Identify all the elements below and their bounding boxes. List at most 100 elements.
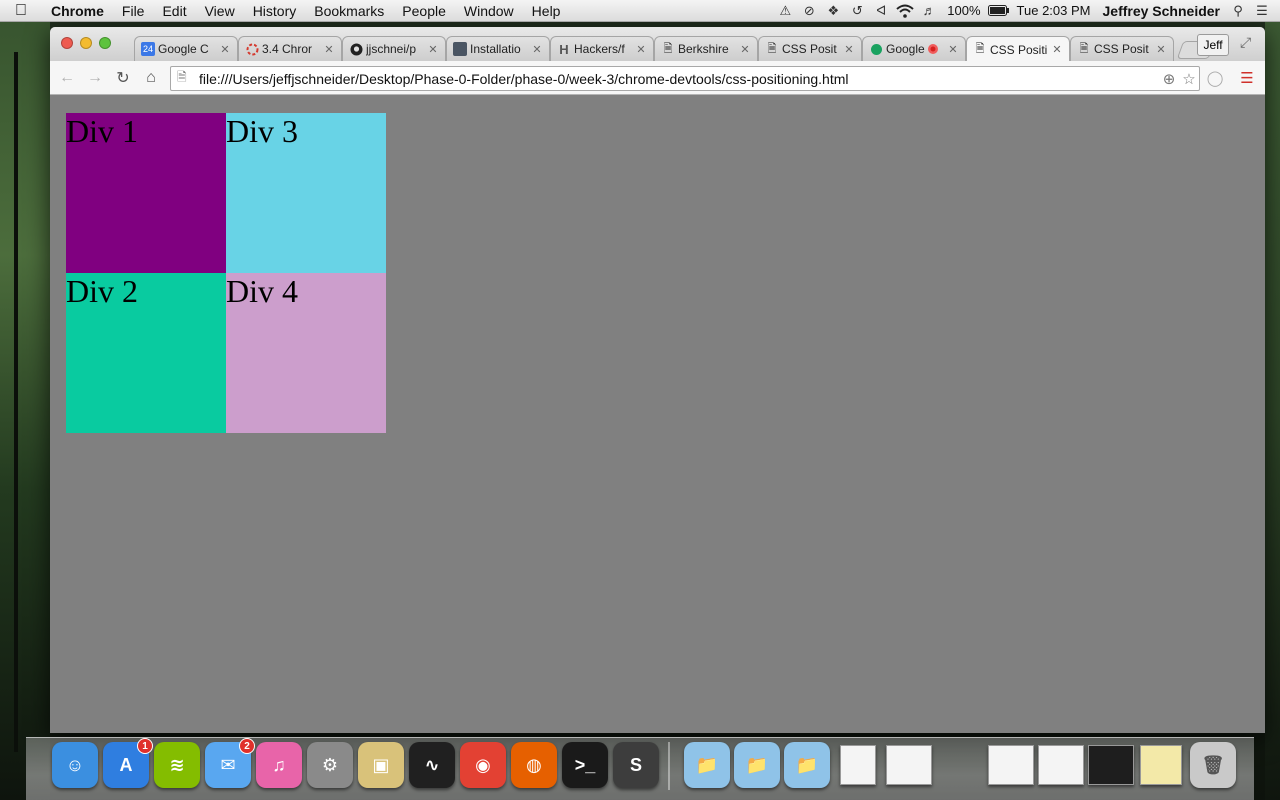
menu-window[interactable]: Window (455, 0, 523, 22)
page-icon: 🗎 (975, 43, 985, 55)
menu-file[interactable]: File (113, 0, 154, 22)
preview-icon[interactable]: ▣ (358, 742, 404, 788)
zoom-window-button[interactable] (99, 37, 111, 49)
battery-icon[interactable] (987, 0, 1011, 22)
html-file-icon[interactable] (840, 745, 876, 785)
bluetooth-icon[interactable]: ᐊ (869, 0, 893, 22)
minimized-notes-window[interactable] (1140, 745, 1182, 785)
menu-view[interactable]: View (196, 0, 244, 22)
app-store-icon[interactable]: A1 (103, 738, 153, 788)
close-window-button[interactable] (61, 37, 73, 49)
home-icon[interactable]: ⌂ (140, 68, 162, 88)
window-controls (61, 37, 111, 49)
itunes-icon[interactable]: ♫ (256, 742, 302, 788)
close-tab-icon[interactable]: ✕ (323, 43, 335, 56)
activity-monitor-icon[interactable]: ∿ (409, 742, 455, 788)
tab-title: 3.4 Chror (262, 42, 313, 56)
div-1-box: Div 1 (66, 113, 226, 273)
close-tab-icon[interactable]: ✕ (1051, 43, 1063, 56)
wallpaper-right-strip (1265, 22, 1280, 800)
minimized-window-2[interactable] (988, 745, 1034, 785)
minimize-window-button[interactable] (80, 37, 92, 49)
system-preferences-icon[interactable]: ⚙ (307, 742, 353, 788)
menu-edit[interactable]: Edit (153, 0, 195, 22)
app-icon (453, 42, 467, 56)
menu-help[interactable]: Help (523, 0, 570, 22)
notification-center-icon[interactable]: ☰ (1250, 0, 1274, 22)
trash-icon[interactable]: 🗑 (1190, 742, 1236, 788)
extension-icon[interactable]: ◯ (1204, 68, 1226, 88)
chrome-menu-icon[interactable]: ☰ (1236, 68, 1258, 88)
tab-google-calendar[interactable]: 24 Google C ✕ (134, 36, 238, 61)
chrome-window: 24 Google C ✕ 3.4 Chror ✕ jjschnei/p ✕ I… (50, 27, 1265, 733)
tab-hackers[interactable]: H Hackers/f ✕ (550, 36, 654, 61)
reload-icon[interactable]: ↻ (112, 68, 134, 88)
apple-icon[interactable]:  (0, 2, 42, 20)
sublime-text-icon[interactable]: S (613, 742, 659, 788)
close-tab-icon[interactable]: ✕ (531, 43, 543, 56)
finder-icon[interactable]: ☺ (52, 742, 98, 788)
notification-badge: 1 (137, 738, 153, 754)
spotify-icon[interactable]: ≋ (154, 742, 200, 788)
profile-button[interactable]: Jeff (1197, 34, 1229, 56)
close-tab-icon[interactable]: ✕ (843, 43, 855, 56)
close-tab-icon[interactable]: ✕ (427, 43, 439, 56)
applications-folder-icon[interactable]: 📁 (684, 742, 730, 788)
chrome-icon[interactable]: ◉ (460, 742, 506, 788)
dropbox-icon[interactable]: ❖ (821, 0, 845, 22)
close-tab-icon[interactable]: ✕ (1155, 43, 1167, 56)
wallpaper-left-strip (0, 22, 50, 800)
minimized-window-1[interactable] (886, 745, 932, 785)
zoom-icon[interactable]: ⊕ (1159, 70, 1179, 88)
tab-title: Google C (158, 42, 209, 56)
browser-toolbar: ← → ↻ ⌂ 🗎 file:///Users/jeffjschneider/D… (50, 61, 1265, 95)
bookmark-star-icon[interactable]: ☆ (1179, 70, 1199, 88)
page-icon: 🗎 (663, 42, 673, 55)
terminal-icon[interactable]: >_ (562, 742, 608, 788)
menu-history[interactable]: History (244, 0, 306, 22)
address-bar[interactable]: 🗎 file:///Users/jeffjschneider/Desktop/P… (170, 66, 1200, 91)
menu-app-name[interactable]: Chrome (42, 0, 113, 22)
menu-bookmarks[interactable]: Bookmarks (305, 0, 393, 22)
messages-icon[interactable]: ✉ 2 (205, 738, 255, 788)
user-name[interactable]: Jeffrey Schneider (1097, 3, 1227, 19)
spotlight-search-icon[interactable]: ⚲ (1226, 0, 1250, 22)
do-not-disturb-icon[interactable]: ⊘ (797, 0, 821, 22)
tab-berkshire[interactable]: 🗎 Berkshire ✕ (654, 36, 758, 61)
forward-icon[interactable]: → (84, 68, 106, 88)
back-icon[interactable]: ← (56, 68, 78, 88)
tab-css-positioning-active[interactable]: 🗎 CSS Positi ✕ (966, 36, 1070, 62)
wifi-icon[interactable] (893, 0, 917, 22)
tab-title: CSS Posit (782, 42, 837, 56)
github-icon (349, 42, 363, 56)
hackers-icon: H (559, 41, 569, 57)
tab-github[interactable]: jjschnei/p ✕ (342, 36, 446, 61)
volume-icon[interactable]: ♬ (917, 0, 941, 22)
tab-title: Berkshire (678, 42, 729, 56)
page-icon: 🗎 (1079, 42, 1089, 55)
close-tab-icon[interactable]: ✕ (635, 43, 647, 56)
tab-title: Installatio (470, 42, 521, 56)
close-tab-icon[interactable]: ✕ (219, 43, 231, 56)
tab-title: Hackers/f (574, 42, 625, 56)
close-tab-icon[interactable]: ✕ (739, 43, 751, 56)
minimized-window-3[interactable] (1038, 745, 1084, 785)
menu-people[interactable]: People (393, 0, 455, 22)
documents-folder-icon[interactable]: 📁 (734, 742, 780, 788)
tab-chrome-34[interactable]: 3.4 Chror ✕ (238, 36, 342, 61)
downloads-folder-icon[interactable]: 📁 (784, 742, 830, 788)
url-text[interactable]: file:///Users/jeffjschneider/Desktop/Pha… (199, 71, 1159, 87)
tab-css-positioning-2[interactable]: 🗎 CSS Posit ✕ (1070, 36, 1174, 61)
tab-css-positioning-1[interactable]: 🗎 CSS Posit ✕ (758, 36, 862, 61)
dock-separator (668, 742, 670, 790)
tab-installation[interactable]: Installatio ✕ (446, 36, 550, 61)
firefox-icon[interactable]: ◍ (511, 742, 557, 788)
clock[interactable]: Tue 2:03 PM (1011, 3, 1097, 18)
minimized-terminal-window[interactable] (1088, 745, 1134, 785)
notification-bell-icon[interactable]: ⚠ (773, 0, 797, 22)
menu-extras: ⚠ ⊘ ❖ ↺ ᐊ ♬ 100% Tue 2:03 PM Jeffrey Sch… (773, 0, 1280, 22)
tab-google-hangouts[interactable]: Google ✕ (862, 36, 966, 61)
fullscreen-icon[interactable]: ⤢ (1240, 34, 1258, 52)
close-tab-icon[interactable]: ✕ (947, 43, 959, 56)
time-machine-icon[interactable]: ↺ (845, 0, 869, 22)
